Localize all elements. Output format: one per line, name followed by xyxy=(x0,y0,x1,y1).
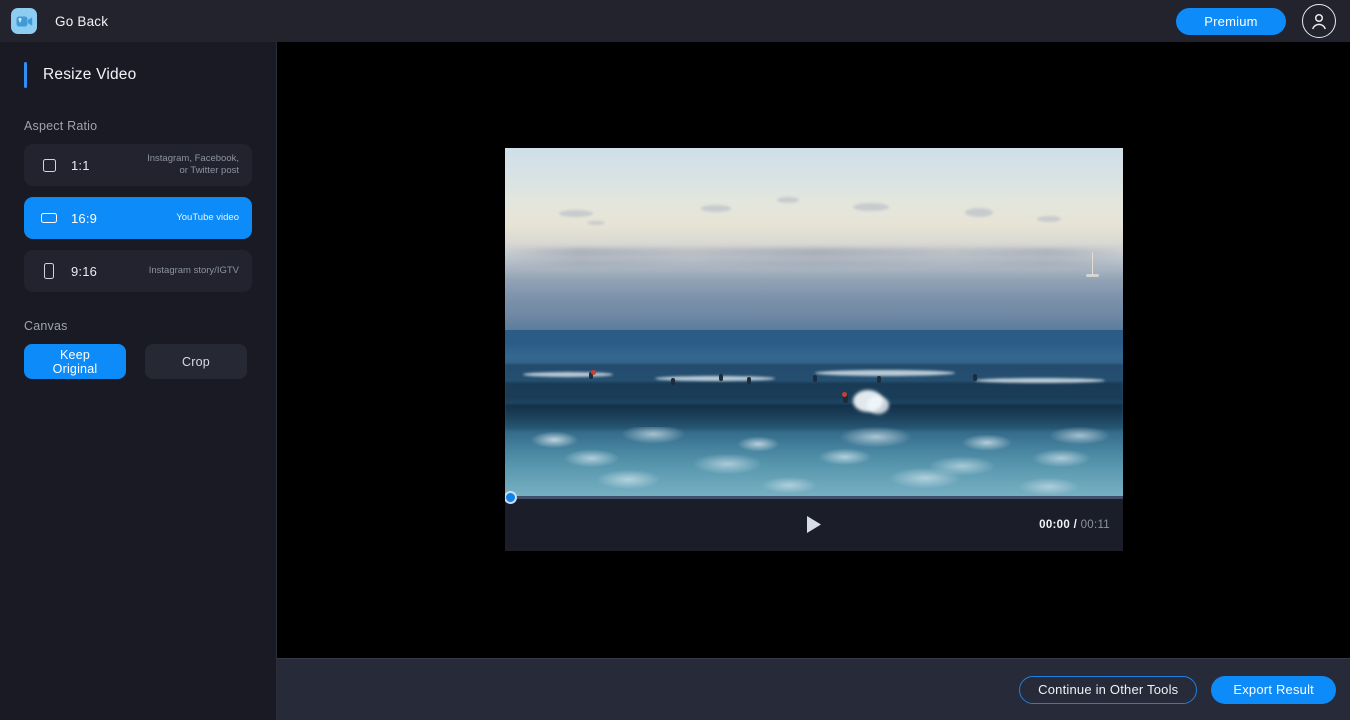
aspect-ratio-label: 9:16 xyxy=(71,263,98,279)
aspect-ratio-section-label: Aspect Ratio xyxy=(24,119,98,133)
go-back-label[interactable]: Go Back xyxy=(55,14,108,29)
export-result-button[interactable]: Export Result xyxy=(1211,675,1336,704)
aspect-ratio-description: Instagram, Facebook, or Twitter post xyxy=(147,152,239,176)
progress-bar[interactable] xyxy=(505,490,1123,504)
top-header: Go Back Premium xyxy=(0,0,1350,42)
time-separator: / xyxy=(1073,518,1078,531)
current-time: 00:00 xyxy=(1039,518,1071,531)
aspect-ratio-description: Instagram story/IGTV xyxy=(148,264,239,276)
premium-button[interactable]: Premium xyxy=(1176,7,1286,35)
canvas-section-label: Canvas xyxy=(24,319,68,333)
video-camera-icon[interactable] xyxy=(11,8,37,34)
aspect-ratio-list: 1:1 Instagram, Facebook, or Twitter post… xyxy=(0,144,276,292)
left-sidebar: Resize Video Aspect Ratio 1:1 Instagram,… xyxy=(0,42,277,720)
aspect-ratio-description: YouTube video xyxy=(176,211,239,223)
app-root: Go Back Premium Resize Video Aspect Rati… xyxy=(0,0,1350,720)
video-player: 00:00 / 00:11 xyxy=(505,148,1123,551)
square-ratio-icon xyxy=(41,158,57,172)
ocean-region xyxy=(505,330,1123,498)
aspect-ratio-option-16-9[interactable]: 16:9 YouTube video xyxy=(24,197,252,239)
total-time: 00:11 xyxy=(1080,518,1110,531)
aspect-ratio-label: 1:1 xyxy=(71,157,90,173)
whitewater-foam xyxy=(505,427,1123,498)
time-display: 00:00 / 00:11 xyxy=(1039,519,1110,531)
wide-ratio-icon xyxy=(41,213,57,223)
preview-stage: 00:00 / 00:11 xyxy=(277,42,1350,658)
bottom-action-bar: Continue in Other Tools Export Result xyxy=(277,658,1350,720)
progress-handle-icon[interactable] xyxy=(505,490,517,504)
user-avatar-icon[interactable] xyxy=(1302,4,1336,38)
play-button[interactable] xyxy=(806,515,823,534)
video-frame[interactable] xyxy=(505,148,1123,498)
keep-original-button[interactable]: Keep Original xyxy=(24,344,126,379)
tall-ratio-icon xyxy=(41,263,57,279)
panel-title-row: Resize Video xyxy=(0,60,276,90)
title-accent-bar xyxy=(24,62,27,88)
crop-button[interactable]: Crop xyxy=(145,344,247,379)
header-actions: Premium xyxy=(1176,4,1336,38)
sailboat xyxy=(1092,252,1094,276)
page-title: Resize Video xyxy=(43,66,137,83)
aspect-ratio-option-9-16[interactable]: 9:16 Instagram story/IGTV xyxy=(24,250,252,292)
aspect-ratio-label: 16:9 xyxy=(71,210,98,226)
continue-in-other-tools-button[interactable]: Continue in Other Tools xyxy=(1019,675,1198,704)
aspect-ratio-option-1-1[interactable]: 1:1 Instagram, Facebook, or Twitter post xyxy=(24,144,252,186)
player-controls: 00:00 / 00:11 xyxy=(505,490,1123,551)
sky-region xyxy=(505,148,1123,330)
canvas-options: Keep Original Crop xyxy=(24,344,276,379)
